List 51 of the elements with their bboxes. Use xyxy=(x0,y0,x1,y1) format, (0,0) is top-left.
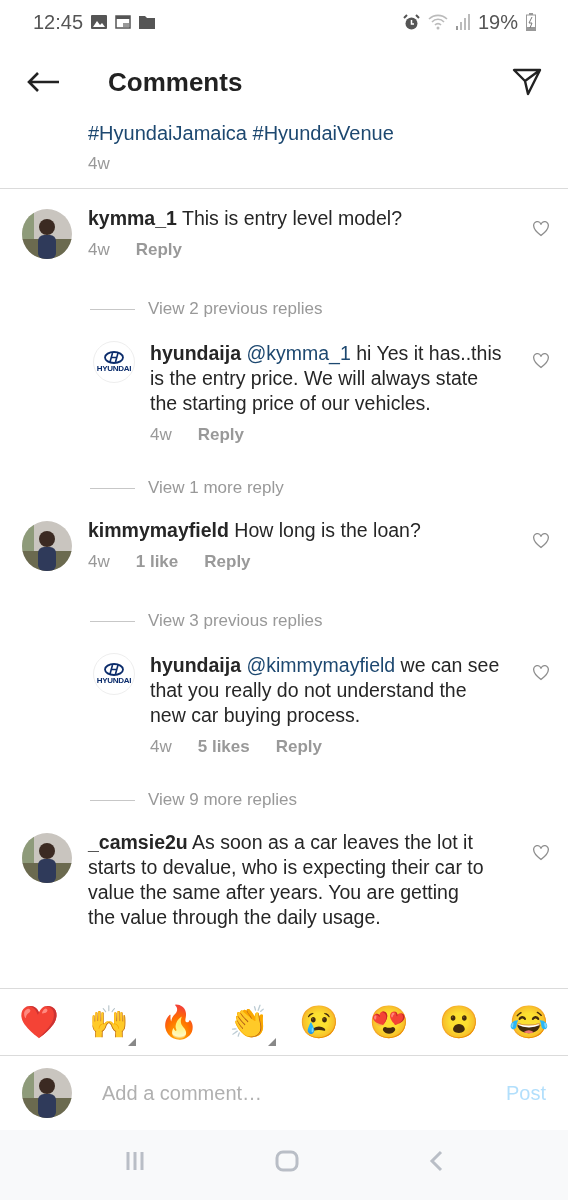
logo-icon xyxy=(104,663,124,676)
hashtags[interactable]: #HyundaiJamaica #HyundaiVenue xyxy=(88,120,568,146)
reply-link[interactable]: Reply xyxy=(197,425,245,445)
heart-icon[interactable] xyxy=(532,533,550,549)
caption-time: 4w xyxy=(88,154,110,173)
emoji-button[interactable]: 🙌 xyxy=(82,998,136,1046)
emoji-button[interactable]: ❤ xyxy=(12,998,66,1046)
comment-time: 4w xyxy=(150,425,172,445)
battery-percent: 19% xyxy=(477,10,518,34)
page-title: Comments xyxy=(108,66,244,98)
folder-icon xyxy=(139,15,156,29)
view-replies-link[interactable]: View 1 more reply xyxy=(148,478,284,498)
image-icon xyxy=(91,15,108,29)
signal-icon xyxy=(455,14,470,30)
battery-icon xyxy=(526,13,536,31)
emoji-button[interactable]: 😂 xyxy=(502,998,556,1046)
brand-name: HYUNDAI xyxy=(96,364,132,373)
comment-time: 4w xyxy=(88,240,110,260)
likes-count[interactable]: 1 like xyxy=(135,552,179,572)
reply-link[interactable]: Reply xyxy=(204,552,251,572)
reply-link[interactable]: Reply xyxy=(135,240,183,260)
heart-icon[interactable] xyxy=(532,353,550,369)
logo-icon xyxy=(104,351,124,364)
back-icon[interactable] xyxy=(429,1150,443,1172)
clock: 12:45 xyxy=(33,10,84,34)
likes-count[interactable]: 5 likes xyxy=(197,737,250,757)
comment-time: 4w xyxy=(150,737,172,757)
view-replies-link[interactable]: View 2 previous replies xyxy=(148,299,323,319)
wifi-icon xyxy=(427,14,448,30)
brand-name: HYUNDAI xyxy=(96,676,132,685)
comment-time: 4w xyxy=(88,552,110,572)
comment-text: _camsie2u As soon as a car leaves the lot it starts to devalue, who is expecting their car to value the same after years. You are getting the value through the daily usage. xyxy=(88,830,485,930)
recent-apps-icon[interactable] xyxy=(125,1151,145,1171)
view-replies-link[interactable]: View 9 more replies xyxy=(148,790,297,810)
comment-text: hyundaija @kymma_1 hi Yes it has..this is the entry price. We will always state the starting price of our vehicles. xyxy=(150,341,502,416)
alarm-icon xyxy=(402,13,420,31)
comment-text: hyundaija @kimmymayfield we can see that you really do not understand the new car buying process. xyxy=(150,653,501,728)
emoji-button[interactable]: 😢 xyxy=(292,998,346,1046)
emoji-button[interactable]: 😮 xyxy=(432,998,486,1046)
heart-icon[interactable] xyxy=(532,665,550,681)
reply-link[interactable]: Reply xyxy=(275,737,323,757)
emoji-button[interactable]: 🔥 xyxy=(152,998,206,1046)
calendar-icon xyxy=(115,15,132,29)
home-icon[interactable] xyxy=(275,1150,299,1172)
emoji-button[interactable]: 😍 xyxy=(362,998,416,1046)
heart-icon[interactable] xyxy=(532,221,550,237)
comment-text: kymma_1 This is entry level model? xyxy=(88,206,403,231)
view-replies-link[interactable]: View 3 previous replies xyxy=(148,611,323,631)
comment-text: kimmymayfield How long is the loan? xyxy=(88,518,422,543)
heart-icon[interactable] xyxy=(532,845,550,861)
emoji-button[interactable]: 👏 xyxy=(222,998,276,1046)
